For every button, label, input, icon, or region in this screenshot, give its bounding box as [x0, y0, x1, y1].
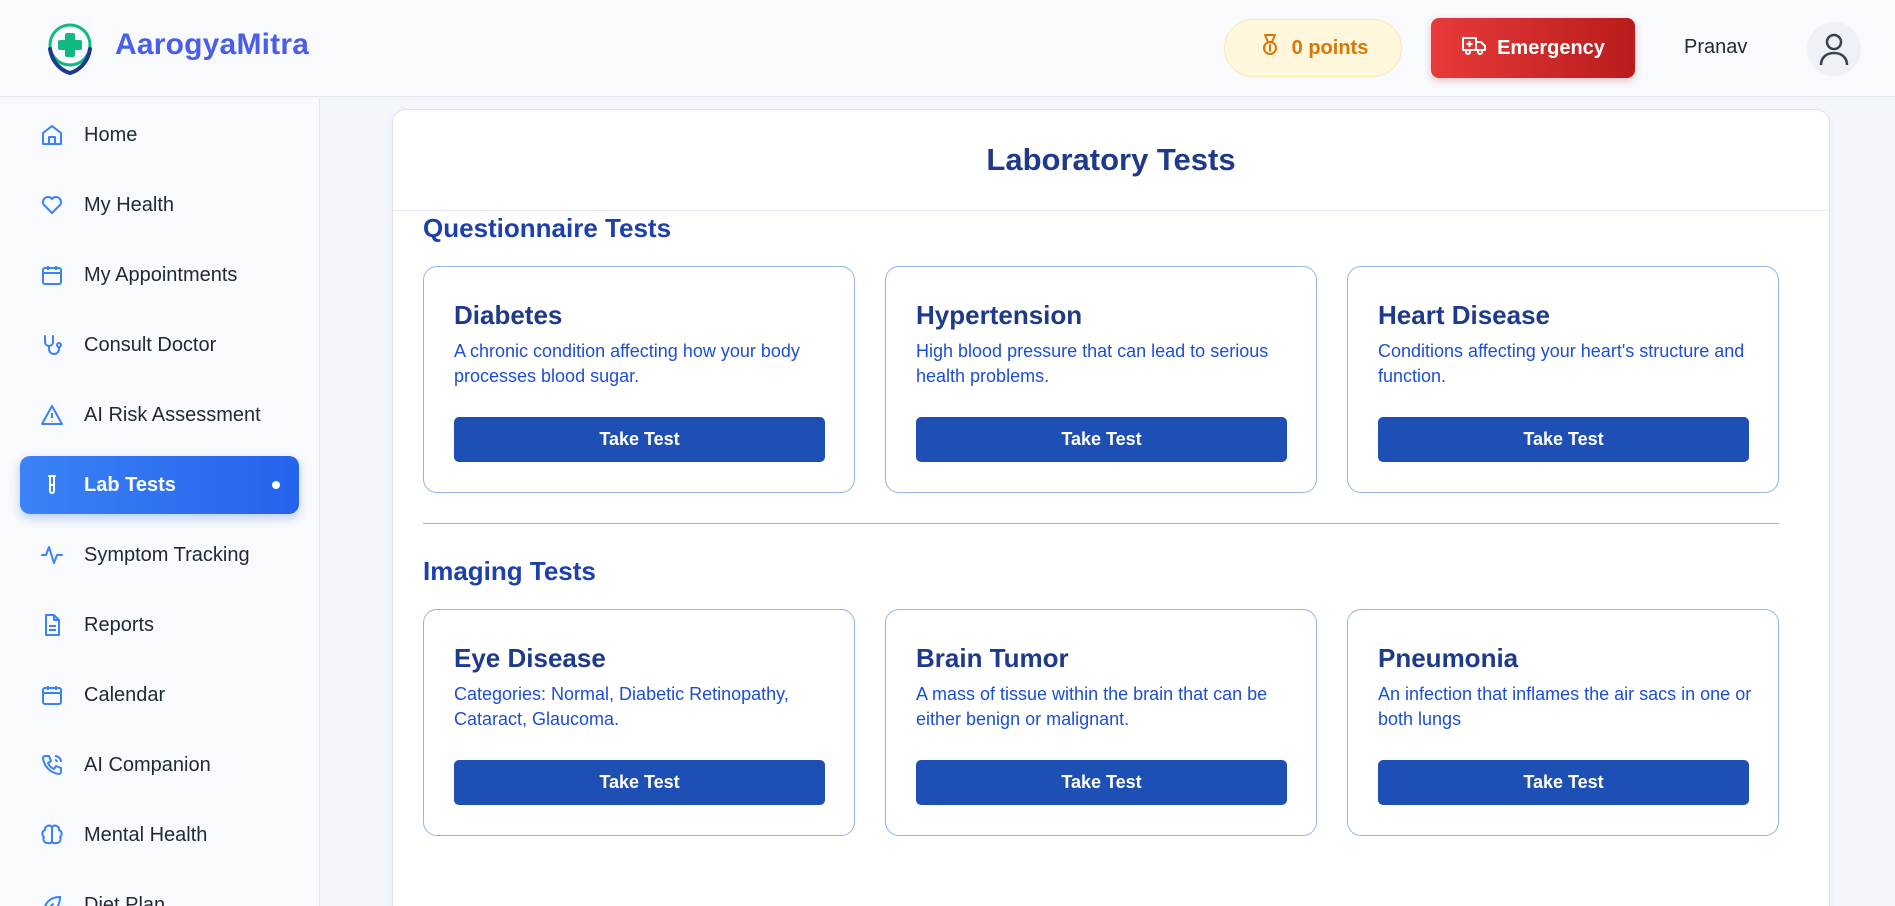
test-name: Heart Disease [1378, 300, 1550, 330]
leaf-icon [40, 893, 64, 906]
sidebar-item-label: Consult Doctor [84, 333, 217, 356]
points-label: 0 points [1291, 36, 1369, 59]
avatar[interactable] [1807, 22, 1861, 76]
medal-icon [1258, 33, 1282, 63]
test-name: Brain Tumor [916, 643, 1069, 673]
sidebar-item-lab-tests[interactable]: Lab Tests [20, 456, 299, 514]
test-name: Diabetes [454, 300, 563, 330]
phone-icon [40, 753, 64, 777]
sidebar: Home My Health My Appointments Consult D… [0, 98, 320, 906]
sidebar-item-home[interactable]: Home [20, 106, 299, 164]
ambulance-icon [1461, 34, 1487, 62]
sidebar-item-label: AI Companion [84, 753, 211, 776]
sidebar-item-symptom-tracking[interactable]: Symptom Tracking [20, 526, 299, 584]
logo-icon[interactable] [44, 23, 96, 76]
take-test-button[interactable]: Take Test [916, 417, 1287, 462]
test-name: Eye Disease [454, 643, 606, 673]
top-header: AarogyaMitra 0 points Emergency Pranav [0, 0, 1895, 97]
sidebar-item-label: Symptom Tracking [84, 543, 250, 566]
stethoscope-icon [40, 333, 64, 357]
section-title-imaging: Imaging Tests [423, 556, 596, 586]
sidebar-item-diet-plan[interactable]: Diet Plan [20, 876, 299, 906]
test-name: Pneumonia [1378, 643, 1519, 673]
user-icon [1819, 33, 1849, 66]
heart-icon [40, 193, 64, 217]
points-badge[interactable]: 0 points [1224, 19, 1402, 77]
sidebar-item-label: Lab Tests [84, 473, 176, 496]
sidebar-item-reports[interactable]: Reports [20, 596, 299, 654]
sidebar-item-consult-doctor[interactable]: Consult Doctor [20, 316, 299, 374]
test-description: High blood pressure that can lead to ser… [916, 341, 1269, 386]
emergency-label: Emergency [1497, 36, 1605, 59]
test-card-pneumonia: Pneumonia An infection that inflames the… [1347, 609, 1779, 836]
take-test-button[interactable]: Take Test [1378, 760, 1749, 805]
app-name[interactable]: AarogyaMitra [115, 28, 309, 62]
sidebar-item-label: Mental Health [84, 823, 208, 846]
sidebar-item-label: My Appointments [84, 263, 238, 286]
test-card-diabetes: Diabetes A chronic condition affecting h… [423, 266, 855, 493]
test-description: A chronic condition affecting how your b… [454, 341, 800, 386]
warning-icon [40, 403, 64, 427]
brain-icon [40, 823, 64, 847]
page-title: Laboratory Tests [393, 110, 1829, 211]
sidebar-item-mental-health[interactable]: Mental Health [20, 806, 299, 864]
document-icon [40, 613, 64, 637]
sidebar-item-my-appointments[interactable]: My Appointments [20, 246, 299, 304]
calendar-icon [40, 683, 64, 707]
sidebar-item-calendar[interactable]: Calendar [20, 666, 299, 724]
test-card-heart-disease: Heart Disease Conditions affecting your … [1347, 266, 1779, 493]
sidebar-item-ai-risk-assessment[interactable]: AI Risk Assessment [20, 386, 299, 444]
test-description: A mass of tissue within the brain that c… [916, 684, 1268, 729]
test-card-hypertension: Hypertension High blood pressure that ca… [885, 266, 1317, 493]
test-tube-icon [40, 473, 64, 497]
sidebar-item-label: AI Risk Assessment [84, 403, 261, 426]
calendar-icon [40, 263, 64, 287]
test-card-brain-tumor: Brain Tumor A mass of tissue within the … [885, 609, 1317, 836]
take-test-button[interactable]: Take Test [1378, 417, 1749, 462]
sidebar-item-label: Diet Plan [84, 893, 166, 906]
sidebar-item-label: Calendar [84, 683, 166, 706]
active-indicator [272, 481, 280, 489]
take-test-button[interactable]: Take Test [916, 760, 1287, 805]
test-description: An infection that inflames the air sacs … [1378, 684, 1752, 729]
test-description: Categories: Normal, Diabetic Retinopathy… [454, 684, 789, 729]
sidebar-item-label: Home [84, 123, 138, 146]
test-name: Hypertension [916, 300, 1083, 330]
sidebar-item-ai-companion[interactable]: AI Companion [20, 736, 299, 794]
take-test-button[interactable]: Take Test [454, 760, 825, 805]
emergency-button[interactable]: Emergency [1431, 18, 1635, 78]
username[interactable]: Pranav [1684, 36, 1747, 59]
test-card-eye-disease: Eye Disease Categories: Normal, Diabetic… [423, 609, 855, 836]
sidebar-item-label: My Health [84, 193, 175, 216]
activity-icon [40, 543, 64, 567]
sidebar-item-my-health[interactable]: My Health [20, 176, 299, 234]
home-icon [40, 123, 64, 147]
section-divider [423, 523, 1779, 524]
section-title-questionnaire: Questionnaire Tests [423, 213, 672, 243]
take-test-button[interactable]: Take Test [454, 417, 825, 462]
sidebar-item-label: Reports [84, 613, 155, 636]
test-description: Conditions affecting your heart's struct… [1378, 341, 1745, 386]
